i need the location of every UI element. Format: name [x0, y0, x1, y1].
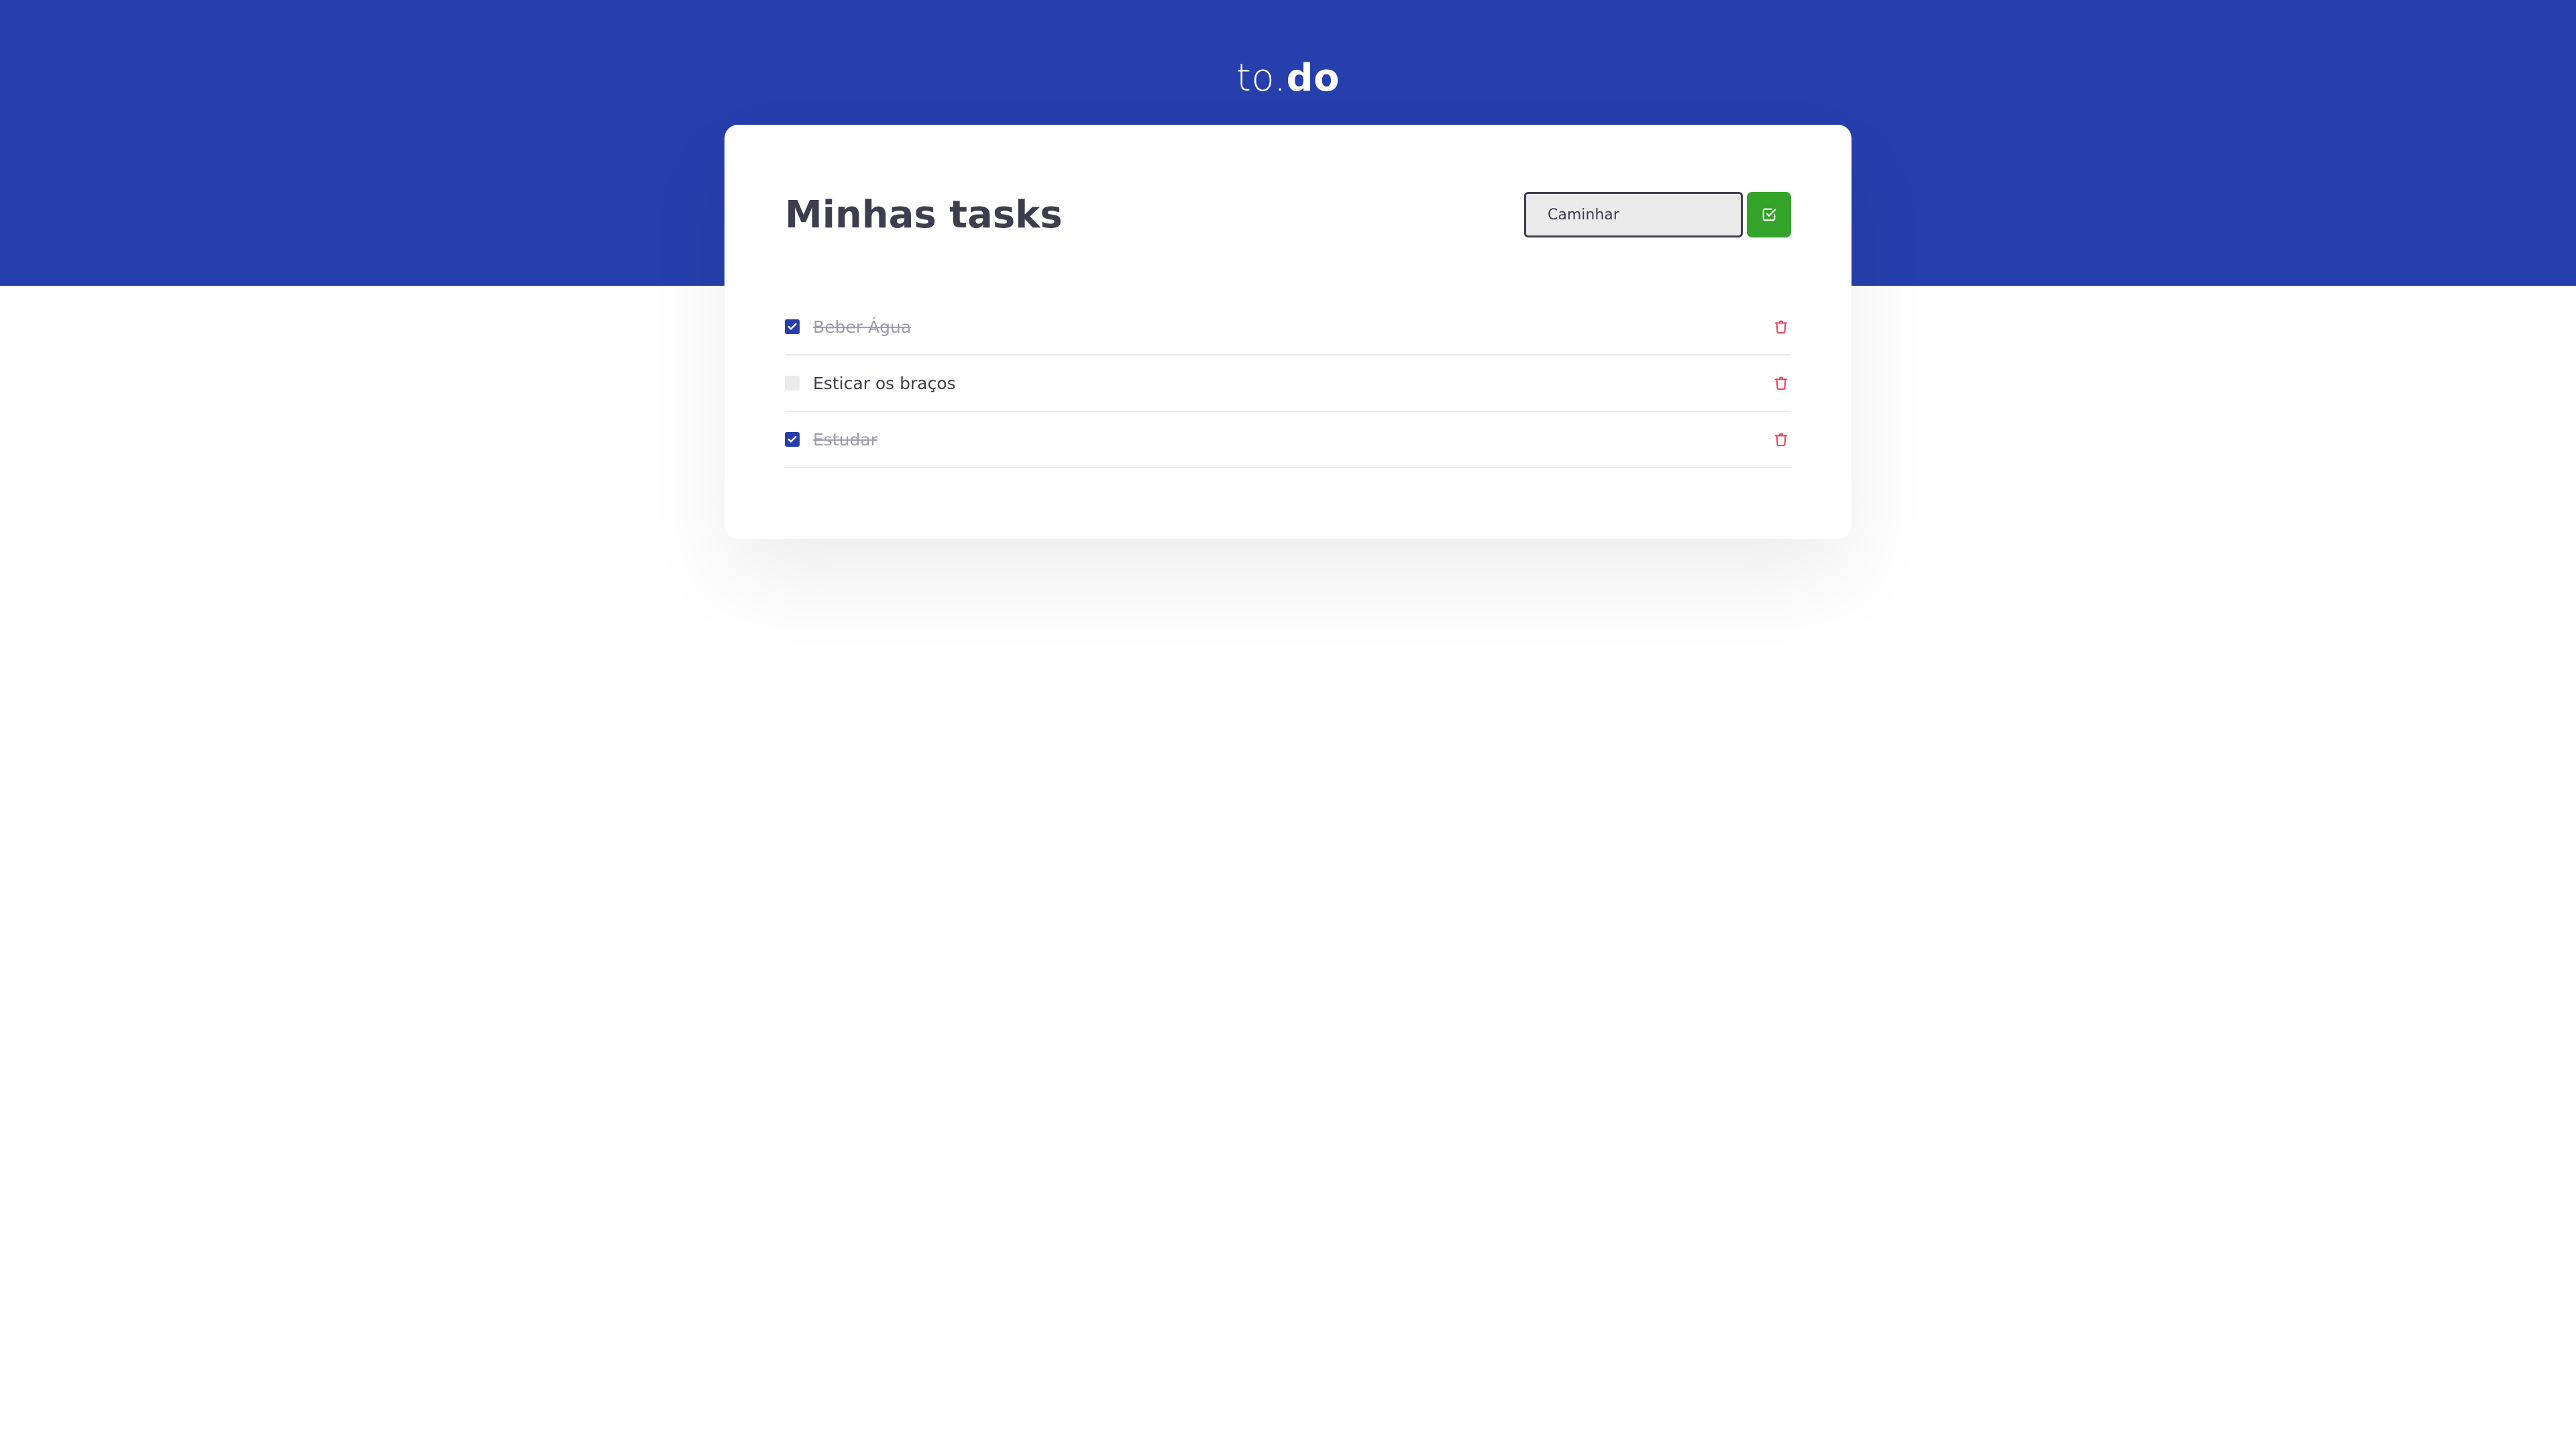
check-icon [788, 435, 797, 443]
trash-icon [1774, 320, 1788, 334]
check-icon [788, 323, 797, 330]
task-checkbox[interactable] [785, 432, 800, 447]
logo-suffix: do [1286, 56, 1340, 100]
check-square-icon [1762, 208, 1776, 221]
delete-task-button[interactable] [1771, 317, 1791, 337]
new-task-input[interactable] [1524, 192, 1743, 237]
page-title: Minhas tasks [785, 193, 1063, 237]
task-title: Estudar [813, 429, 877, 449]
logo-prefix: to. [1236, 56, 1287, 100]
task-list: Beber Água Esticar os braços Estudar [785, 299, 1791, 468]
delete-task-button[interactable] [1771, 429, 1791, 449]
task-item: Beber Água [785, 299, 1791, 356]
task-item: Esticar os braços [785, 356, 1791, 412]
task-title: Esticar os braços [813, 373, 956, 393]
add-task-button[interactable] [1747, 192, 1791, 237]
task-checkbox[interactable] [785, 319, 800, 334]
add-task-form [1524, 192, 1791, 237]
trash-icon [1774, 376, 1788, 390]
trash-icon [1774, 433, 1788, 447]
task-title: Beber Água [813, 317, 912, 337]
task-checkbox[interactable] [785, 376, 800, 390]
tasks-card: Minhas tasks Beber Água [724, 125, 1851, 539]
card-header: Minhas tasks [785, 192, 1791, 239]
delete-task-button[interactable] [1771, 373, 1791, 393]
app-logo: to.do [0, 55, 2576, 102]
task-item: Estudar [785, 412, 1791, 468]
